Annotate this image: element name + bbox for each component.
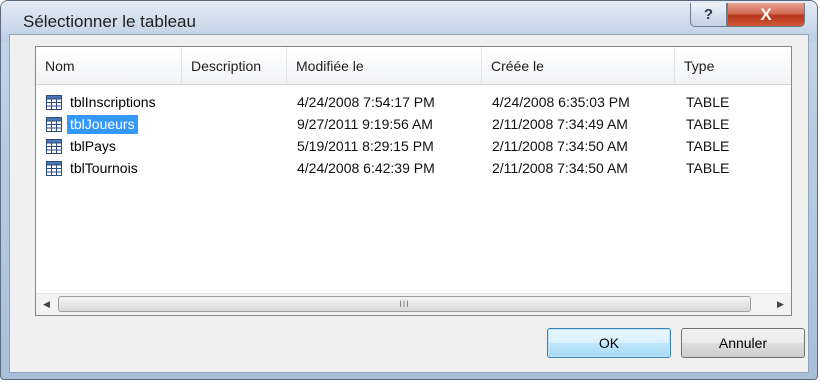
help-icon: ?	[703, 6, 714, 23]
ok-button[interactable]: OK	[547, 328, 671, 358]
scroll-right-button[interactable]: ▶	[770, 294, 791, 315]
column-header-name[interactable]: Nom	[36, 47, 182, 84]
row-type: TABLE	[686, 138, 730, 154]
close-icon: X	[760, 4, 772, 24]
table-row[interactable]: tblInscriptions 4/24/2008 7:54:17 PM 4/24/…	[36, 92, 791, 113]
close-button[interactable]: X	[727, 3, 805, 27]
row-name: tblTournois	[70, 160, 138, 176]
table-row[interactable]: tblPays 5/19/2011 8:29:15 PM 2/11/2008 7:3…	[36, 136, 791, 157]
column-header-created[interactable]: Créée le	[482, 47, 675, 84]
dialog-body: Nom Description Modifiée le Créée le Typ…	[9, 34, 809, 373]
row-type: TABLE	[686, 160, 730, 176]
table-icon	[46, 95, 62, 110]
dialog-window: Sélectionner le tableau ? X Nom Descript…	[0, 0, 818, 380]
table-row[interactable]: tblJoueurs 9/27/2011 9:19:56 AM 2/11/2008 …	[36, 114, 791, 135]
help-button[interactable]: ?	[690, 3, 727, 27]
dialog-title: Sélectionner le tableau	[23, 12, 196, 31]
row-created: 2/11/2008 7:34:50 AM	[492, 138, 628, 154]
column-header-type[interactable]: Type	[675, 47, 791, 84]
scrollbar-thumb[interactable]: III	[58, 296, 751, 312]
arrow-right-icon: ▶	[777, 299, 784, 309]
row-name-cell[interactable]: tblJoueurs	[46, 114, 138, 135]
row-name-cell[interactable]: tblInscriptions	[46, 92, 159, 113]
list-header: Nom Description Modifiée le Créée le Typ…	[36, 47, 791, 85]
arrow-left-icon: ◀	[43, 299, 50, 309]
row-type: TABLE	[686, 94, 730, 110]
row-type: TABLE	[686, 116, 730, 132]
row-name: tblJoueurs	[67, 115, 138, 134]
scroll-left-button[interactable]: ◀	[36, 294, 57, 315]
row-name-cell[interactable]: tblPays	[46, 136, 119, 157]
row-modified: 4/24/2008 6:42:39 PM	[297, 160, 435, 176]
horizontal-scrollbar[interactable]: ◀ III ▶	[36, 293, 791, 315]
cancel-button[interactable]: Annuler	[681, 328, 805, 358]
column-header-description[interactable]: Description	[182, 47, 287, 84]
table-row[interactable]: tblTournois 4/24/2008 6:42:39 PM 2/11/2008…	[36, 158, 791, 179]
table-icon	[46, 161, 62, 176]
table-list[interactable]: Nom Description Modifiée le Créée le Typ…	[35, 46, 792, 316]
table-icon	[46, 117, 62, 132]
row-name: tblPays	[70, 138, 116, 154]
row-modified: 5/19/2011 8:29:15 PM	[297, 138, 434, 154]
row-name: tblInscriptions	[70, 94, 156, 110]
row-name-cell[interactable]: tblTournois	[46, 158, 141, 179]
row-modified: 4/24/2008 7:54:17 PM	[297, 94, 435, 110]
row-created: 4/24/2008 6:35:03 PM	[492, 94, 630, 110]
row-created: 2/11/2008 7:34:49 AM	[492, 116, 628, 132]
row-created: 2/11/2008 7:34:50 AM	[492, 160, 628, 176]
grip-icon: III	[399, 299, 410, 309]
table-icon	[46, 139, 62, 154]
row-modified: 9/27/2011 9:19:56 AM	[297, 116, 433, 132]
column-header-modified[interactable]: Modifiée le	[287, 47, 482, 84]
